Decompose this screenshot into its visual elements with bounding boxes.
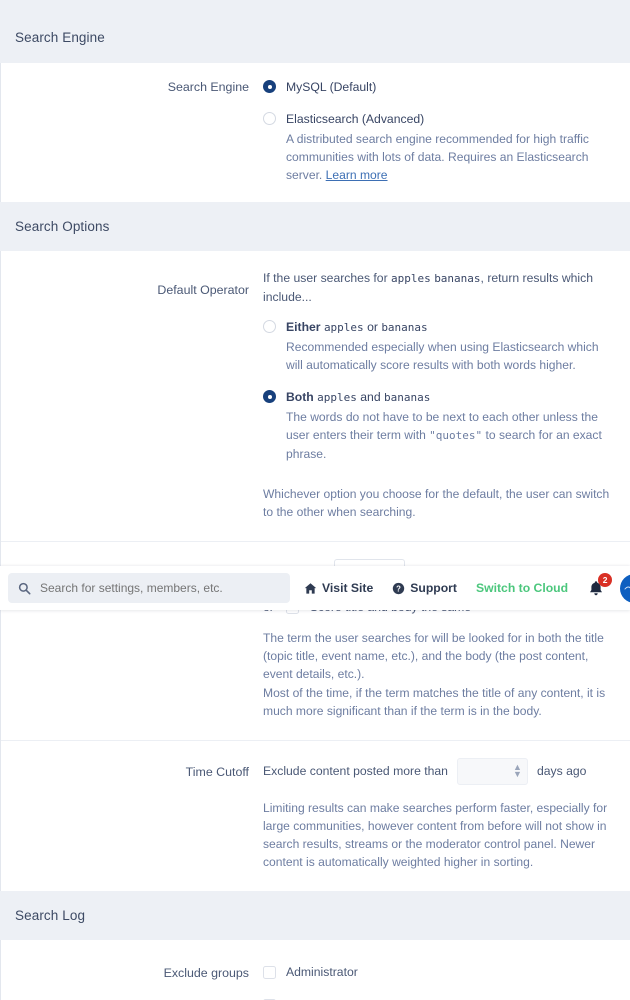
title-boost-desc: The term the user searches for will be l… <box>263 631 606 718</box>
admin-toolbar: Visit Site ? Support Switch to Cloud 2 ▾ <box>0 566 630 610</box>
radio-desc-either: Recommended especially when using Elasti… <box>286 339 599 373</box>
notifications-button[interactable]: 2 <box>588 572 613 597</box>
admin-search-box[interactable] <box>8 573 290 603</box>
row-body-default-operator: If the user searches for apples bananas,… <box>263 269 630 521</box>
row-label-time-cutoff: Time Cutoff <box>185 764 249 779</box>
row-exclude-groups: Exclude groups Administrator Editing Gue… <box>1 940 630 1000</box>
avatar[interactable] <box>620 573 630 603</box>
time-cutoff-prefix: Exclude content posted more than <box>263 763 448 778</box>
row-body-exclude-groups: Administrator Editing Guests Member Memb… <box>263 965 630 1000</box>
support-link[interactable]: ? Support <box>392 581 457 595</box>
search-icon <box>18 582 31 595</box>
time-cutoff-input[interactable] <box>456 757 528 785</box>
intro-code-bananas: bananas <box>434 272 481 286</box>
checkbox-row-editing[interactable]: Editing <box>263 996 612 1000</box>
radio-label-mysql: MySQL (Default) <box>286 80 377 94</box>
row-label-exclude-groups: Exclude groups <box>163 966 249 981</box>
default-operator-intro: If the user searches for apples bananas,… <box>263 271 593 305</box>
checkbox-row-administrator[interactable]: Administrator <box>263 963 612 982</box>
row-body-search-engine: MySQL (Default) Elasticsearch (Advanced)… <box>263 79 630 186</box>
checkbox-label-editing: Editing <box>286 996 323 1000</box>
notification-badge: 2 <box>598 572 613 587</box>
section-header-search-engine: Search Engine <box>0 0 630 63</box>
panel-search-engine: Search Engine MySQL (Default) Elasticsea… <box>0 63 630 203</box>
checkbox-label-administrator: Administrator <box>286 965 358 980</box>
radio-option-either[interactable]: Either apples or bananas Recommended esp… <box>263 318 612 374</box>
section-title: Search Log <box>15 908 86 924</box>
radio-either-icon[interactable] <box>263 320 276 334</box>
support-label: Support <box>410 581 457 595</box>
switch-to-cloud-link[interactable]: Switch to Cloud <box>476 581 568 595</box>
radio-label-elasticsearch: Elasticsearch (Advanced) <box>286 111 425 126</box>
radio-label-both: Both apples and bananas <box>286 390 431 405</box>
radio-mysql-icon[interactable] <box>263 80 276 93</box>
admin-search-input[interactable] <box>40 581 280 595</box>
row-search-engine: Search Engine MySQL (Default) Elasticsea… <box>1 63 630 202</box>
radio-elasticsearch-icon[interactable] <box>263 111 276 125</box>
radio-both-icon[interactable] <box>263 390 276 404</box>
time-cutoff-suffix: days ago <box>536 763 587 778</box>
section-title: Search Options <box>15 219 110 235</box>
section-header-search-log: Search Log <box>0 891 630 941</box>
checkbox-administrator[interactable] <box>263 966 276 980</box>
settings-page: Search Engine Search Engine MySQL (Defau… <box>0 0 630 1000</box>
section-title: Search Engine <box>15 30 105 45</box>
panel-search-log: Exclude groups Administrator Editing Gue… <box>0 940 630 1000</box>
radio-option-elasticsearch[interactable]: Elasticsearch (Advanced) A distributed s… <box>263 110 612 184</box>
section-header-search-options: Search Options <box>0 202 630 252</box>
radio-desc-elasticsearch: A distributed search engine recommended … <box>286 131 589 183</box>
time-cutoff-desc: Limiting results can make searches perfo… <box>263 800 608 870</box>
row-label-search-engine: Search Engine <box>167 80 249 94</box>
visit-site-link[interactable]: Visit Site <box>304 581 373 595</box>
time-cutoff-field-row: Exclude content posted more than ▲ ▼ days… <box>263 757 612 785</box>
radio-desc-both: The words do not have to be next to each… <box>286 410 602 461</box>
learn-more-link[interactable]: Learn more <box>326 168 388 182</box>
time-cutoff-stepper[interactable]: ▲ ▼ <box>456 757 528 785</box>
avatar-signature-icon <box>624 585 630 589</box>
intro-code-apples: apples <box>391 272 431 286</box>
switch-to-cloud-label: Switch to Cloud <box>475 581 569 595</box>
visit-site-label: Visit Site <box>322 581 374 595</box>
radio-option-mysql[interactable]: MySQL (Default) <box>263 78 612 97</box>
radio-option-both[interactable]: Both apples and bananas The words do not… <box>263 388 612 463</box>
row-label-default-operator: Default Operator <box>157 283 249 298</box>
question-circle-icon: ? <box>393 582 405 594</box>
svg-text:?: ? <box>396 584 401 593</box>
row-time-cutoff: Time Cutoff Exclude content posted more … <box>1 739 630 892</box>
radio-label-either: Either apples or bananas <box>286 320 428 335</box>
row-default-operator: Default Operator If the user searches fo… <box>1 251 630 541</box>
row-body-time-cutoff: Exclude content posted more than ▲ ▼ days… <box>263 757 630 872</box>
home-icon <box>304 582 317 594</box>
default-operator-footnote: Whichever option you choose for the defa… <box>263 486 610 520</box>
